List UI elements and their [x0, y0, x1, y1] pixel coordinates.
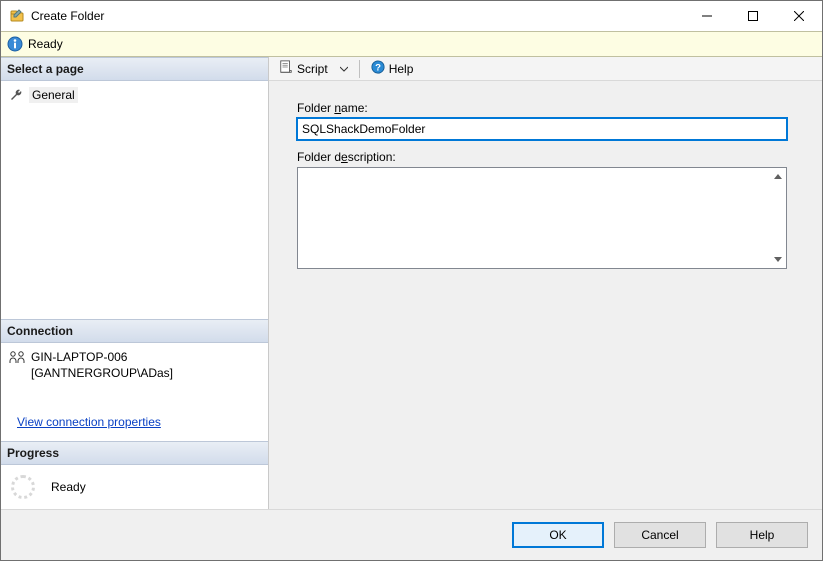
folder-description-input[interactable]: [298, 168, 786, 268]
progress-header: Progress: [1, 441, 268, 465]
view-connection-link[interactable]: View connection properties: [17, 415, 161, 429]
body-area: Select a page General Connection GIN: [1, 57, 822, 510]
scrollbar[interactable]: [769, 168, 786, 268]
cancel-button[interactable]: Cancel: [614, 522, 706, 548]
dialog-window: Create Folder Ready Select a page Genera…: [0, 0, 823, 561]
folder-name-input[interactable]: [297, 118, 787, 140]
window-controls: [684, 1, 822, 31]
connection-body: GIN-LAPTOP-006 [GANTNERGROUP\ADas] View …: [1, 343, 268, 441]
scroll-down-icon[interactable]: [769, 251, 786, 268]
left-pane: Select a page General Connection GIN: [1, 57, 269, 509]
minimize-button[interactable]: [684, 1, 730, 31]
script-label: Script: [297, 62, 328, 76]
maximize-button[interactable]: [730, 1, 776, 31]
script-button[interactable]: Script: [275, 59, 332, 79]
connection-item: GIN-LAPTOP-006 [GANTNERGROUP\ADas]: [9, 349, 260, 381]
folder-description-label: Folder description:: [297, 150, 794, 164]
select-page-body: General: [1, 81, 268, 109]
progress-status: Ready: [51, 480, 86, 494]
script-icon: [279, 60, 293, 77]
chevron-down-icon: [340, 65, 348, 73]
connection-header: Connection: [1, 319, 268, 343]
script-dropdown[interactable]: [336, 59, 352, 79]
app-icon: [9, 8, 25, 24]
server-icon: [9, 349, 25, 365]
window-title: Create Folder: [31, 9, 684, 23]
button-bar: OK Cancel Help: [1, 510, 822, 560]
connection-server: GIN-LAPTOP-006: [31, 349, 173, 365]
help-dialog-button[interactable]: Help: [716, 522, 808, 548]
toolbar: Script ? Help: [269, 57, 822, 81]
page-item-general[interactable]: General: [9, 87, 260, 103]
help-icon: ?: [371, 60, 385, 77]
form-area: Folder name: Folder description:: [269, 81, 822, 289]
progress-body: Ready: [1, 465, 268, 509]
folder-description-wrap: [297, 167, 787, 269]
connection-user: [GANTNERGROUP\ADas]: [31, 365, 173, 381]
page-label: General: [29, 87, 78, 103]
toolbar-separator: [359, 60, 360, 78]
svg-text:?: ?: [375, 63, 381, 74]
status-text: Ready: [28, 37, 63, 51]
folder-name-label: Folder name:: [297, 101, 794, 115]
titlebar[interactable]: Create Folder: [1, 1, 822, 31]
ok-button[interactable]: OK: [512, 522, 604, 548]
info-icon: [7, 36, 23, 52]
right-pane: Script ? Help Folder name:: [269, 57, 822, 509]
help-button[interactable]: ? Help: [367, 59, 418, 79]
select-page-header: Select a page: [1, 57, 268, 81]
spinner-icon: [11, 475, 35, 499]
help-label: Help: [389, 62, 414, 76]
connection-text: GIN-LAPTOP-006 [GANTNERGROUP\ADas]: [31, 349, 173, 381]
status-bar: Ready: [1, 31, 822, 57]
wrench-icon: [9, 87, 25, 103]
close-button[interactable]: [776, 1, 822, 31]
scroll-up-icon[interactable]: [769, 168, 786, 185]
